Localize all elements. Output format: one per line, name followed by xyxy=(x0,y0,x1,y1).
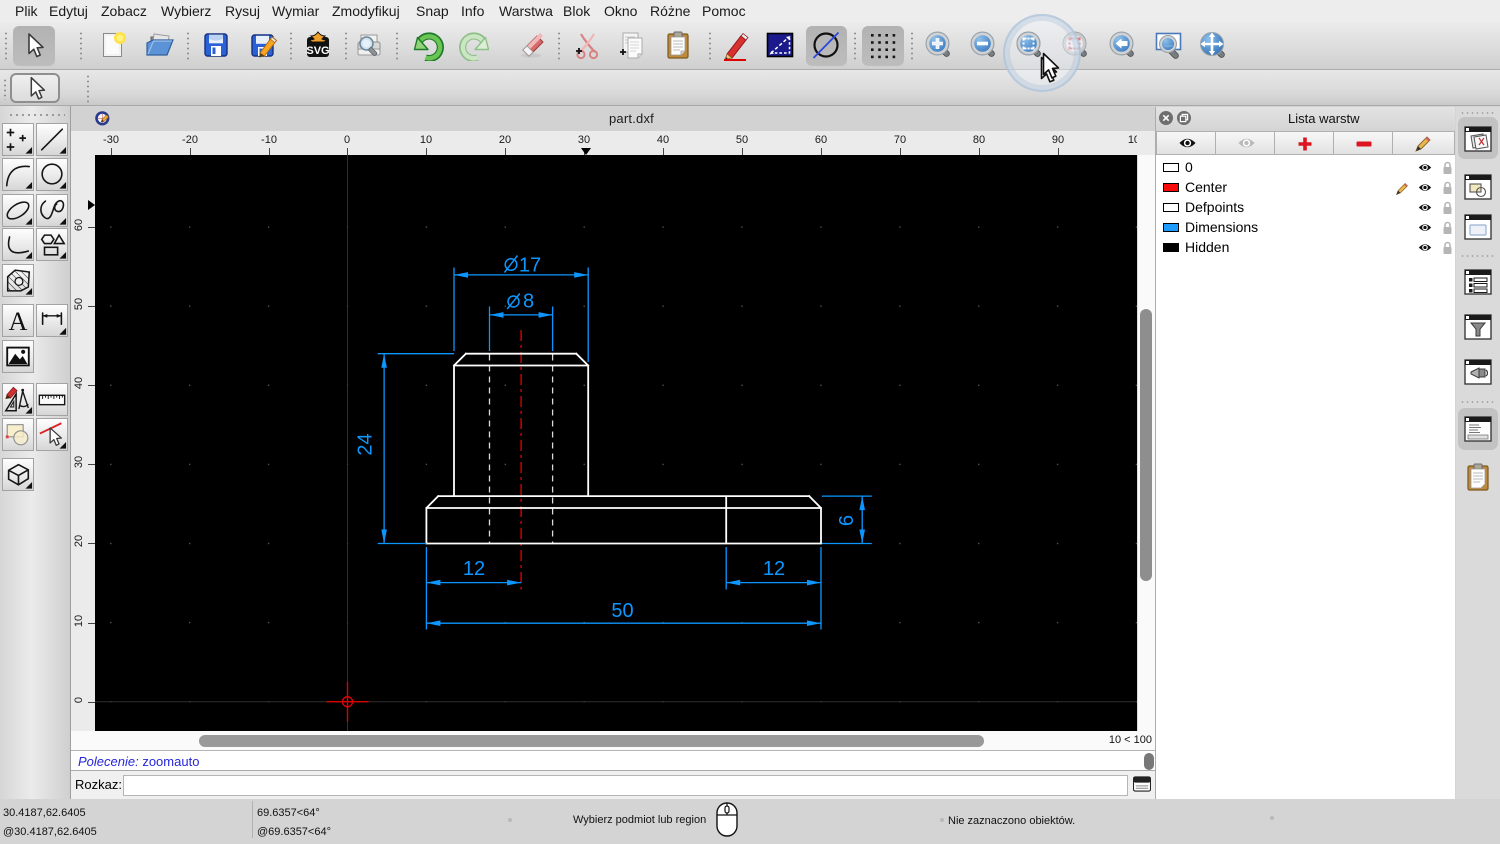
svg-text:24: 24 xyxy=(355,433,377,455)
svg-text:50: 50 xyxy=(611,600,633,622)
svg-text:12: 12 xyxy=(463,558,485,580)
svg-text:8: 8 xyxy=(523,291,534,313)
svg-text:17: 17 xyxy=(519,255,541,277)
svg-text:12: 12 xyxy=(763,558,785,580)
svg-text:SVG: SVG xyxy=(306,45,329,57)
svg-text:A: A xyxy=(9,307,28,336)
svg-text:6: 6 xyxy=(836,515,858,526)
